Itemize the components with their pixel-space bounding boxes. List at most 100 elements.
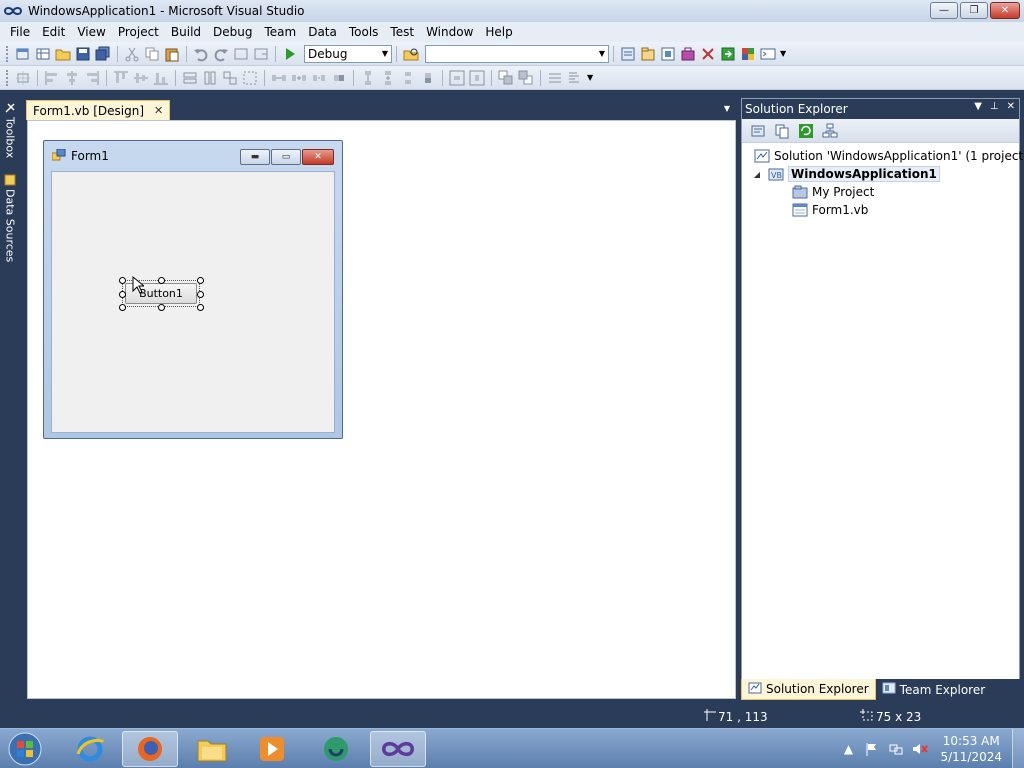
add-item-icon[interactable] — [35, 46, 51, 62]
save-all-icon[interactable] — [95, 46, 111, 62]
tab-order-icon[interactable] — [547, 70, 563, 86]
class-diagram-icon[interactable] — [822, 123, 838, 139]
menu-help[interactable]: Help — [479, 22, 518, 42]
show-hidden-icons-icon[interactable]: ▲ — [839, 740, 857, 758]
menu-test[interactable]: Test — [384, 22, 420, 42]
increase-horizontal-spacing-icon[interactable] — [291, 70, 307, 86]
properties-icon[interactable] — [750, 123, 766, 139]
close-tab-icon[interactable]: ✕ — [154, 104, 163, 117]
toolbox-icon[interactable] — [680, 46, 696, 62]
toolbox-tab[interactable]: Toolbox — [1, 102, 19, 158]
menu-team[interactable]: Team — [258, 22, 302, 42]
bring-to-front-icon[interactable] — [498, 70, 514, 86]
align-to-grid-icon[interactable] — [15, 70, 31, 86]
align-middles-icon[interactable] — [133, 70, 149, 86]
taskbar-media-player[interactable] — [244, 731, 300, 767]
close-panel-icon[interactable]: ✕ — [1007, 101, 1015, 112]
resize-handle-se[interactable] — [197, 304, 204, 311]
resize-handle-s[interactable] — [158, 304, 165, 311]
taskbar-app-green[interactable] — [308, 731, 364, 767]
menu-debug[interactable]: Debug — [207, 22, 258, 42]
resize-handle-ne[interactable] — [197, 277, 204, 284]
send-to-back-icon[interactable] — [518, 70, 534, 86]
start-page-icon[interactable] — [720, 46, 736, 62]
menu-view[interactable]: View — [71, 22, 111, 42]
show-all-files-icon[interactable] — [774, 123, 790, 139]
center-vertically-icon[interactable] — [469, 70, 485, 86]
navigate-forward-icon[interactable] — [253, 46, 269, 62]
find-in-files-icon[interactable] — [403, 46, 419, 62]
chevron-down-icon[interactable]: ▼ — [587, 73, 593, 82]
tools-icon[interactable] — [700, 46, 716, 62]
resize-handle-e[interactable] — [197, 291, 204, 298]
form-designer-surface[interactable]: Form1 ▬ ▭ ✕ Button1 — [27, 120, 736, 699]
taskbar-internet-explorer[interactable] — [62, 731, 118, 767]
chevron-down-icon[interactable]: ▼ — [724, 104, 730, 113]
save-icon[interactable] — [75, 46, 91, 62]
refresh-icon[interactable] — [798, 123, 814, 139]
decrease-horizontal-spacing-icon[interactable] — [311, 70, 327, 86]
size-to-grid-icon[interactable] — [242, 70, 258, 86]
form1-window[interactable]: Form1 ▬ ▭ ✕ Button1 — [43, 140, 343, 439]
navigate-backward-icon[interactable] — [233, 46, 249, 62]
align-lefts-icon[interactable] — [44, 70, 60, 86]
copy-icon[interactable] — [144, 46, 160, 62]
start-button[interactable] — [4, 731, 46, 767]
make-same-width-icon[interactable] — [182, 70, 198, 86]
tab-form1-design[interactable]: Form1.vb [Design] ✕ — [26, 100, 171, 120]
volume-muted-icon[interactable] — [911, 740, 929, 758]
menu-tools[interactable]: Tools — [343, 22, 385, 42]
action-center-flag-icon[interactable] — [863, 740, 881, 758]
remove-horizontal-spacing-icon[interactable] — [331, 70, 347, 86]
expand-triangle-icon[interactable]: ◢ — [750, 170, 764, 179]
make-same-size-icon[interactable] — [222, 70, 238, 86]
command-window-icon[interactable] — [760, 46, 776, 62]
extension-manager-icon[interactable] — [740, 46, 756, 62]
minimize-button[interactable]: — — [930, 2, 958, 19]
tab-team-explorer[interactable]: Team Explorer — [876, 679, 992, 700]
tree-item-project[interactable]: ◢ VB WindowsApplication1 — [742, 165, 1019, 183]
menu-window[interactable]: Window — [420, 22, 479, 42]
redo-icon[interactable] — [213, 46, 229, 62]
taskbar-firefox[interactable] — [122, 731, 178, 767]
restore-button[interactable]: ❐ — [960, 2, 988, 19]
solution-explorer-icon[interactable] — [620, 46, 636, 62]
menu-project[interactable]: Project — [112, 22, 165, 42]
undo-icon[interactable] — [193, 46, 209, 62]
cut-icon[interactable] — [124, 46, 140, 62]
align-rights-icon[interactable] — [84, 70, 100, 86]
resize-handle-sw[interactable] — [119, 304, 126, 311]
solution-config-combo[interactable]: Debug ▼ — [304, 44, 392, 63]
menu-edit[interactable]: Edit — [36, 22, 71, 42]
form-client-area[interactable]: Button1 — [51, 171, 335, 433]
lock-controls-icon[interactable] — [567, 70, 583, 86]
decrease-vertical-spacing-icon[interactable] — [400, 70, 416, 86]
toolbar-grip[interactable] — [6, 69, 9, 86]
increase-vertical-spacing-icon[interactable] — [380, 70, 396, 86]
form-minimize-button[interactable]: ▬ — [240, 149, 270, 165]
system-clock[interactable]: 10:53 AM 5/11/2024 — [940, 733, 1002, 765]
align-centers-icon[interactable] — [64, 70, 80, 86]
new-project-icon[interactable] — [15, 46, 31, 62]
network-icon[interactable] — [887, 740, 905, 758]
object-browser-icon[interactable] — [660, 46, 676, 62]
taskbar-visual-studio[interactable] — [370, 731, 426, 767]
make-same-height-icon[interactable] — [202, 70, 218, 86]
remove-vertical-spacing-icon[interactable] — [420, 70, 436, 86]
resize-handle-n[interactable] — [158, 277, 165, 284]
form-maximize-button[interactable]: ▭ — [271, 149, 301, 165]
properties-icon[interactable] — [640, 46, 656, 62]
toolbar-grip[interactable] — [6, 45, 9, 62]
taskbar-file-explorer[interactable] — [184, 731, 240, 767]
resize-handle-w[interactable] — [119, 291, 126, 298]
start-debugging-icon[interactable] — [282, 46, 298, 62]
menu-file[interactable]: File — [4, 22, 36, 42]
show-desktop-button[interactable] — [1012, 729, 1024, 768]
horizontal-spacing-icon[interactable] — [271, 70, 287, 86]
find-combo[interactable]: ▼ — [425, 44, 609, 63]
resize-handle-nw[interactable] — [119, 277, 126, 284]
data-sources-tab[interactable]: Data Sources — [1, 174, 19, 262]
chevron-down-icon[interactable]: ▼ — [780, 49, 786, 58]
menu-data[interactable]: Data — [302, 22, 343, 42]
form-close-button[interactable]: ✕ — [302, 149, 334, 165]
